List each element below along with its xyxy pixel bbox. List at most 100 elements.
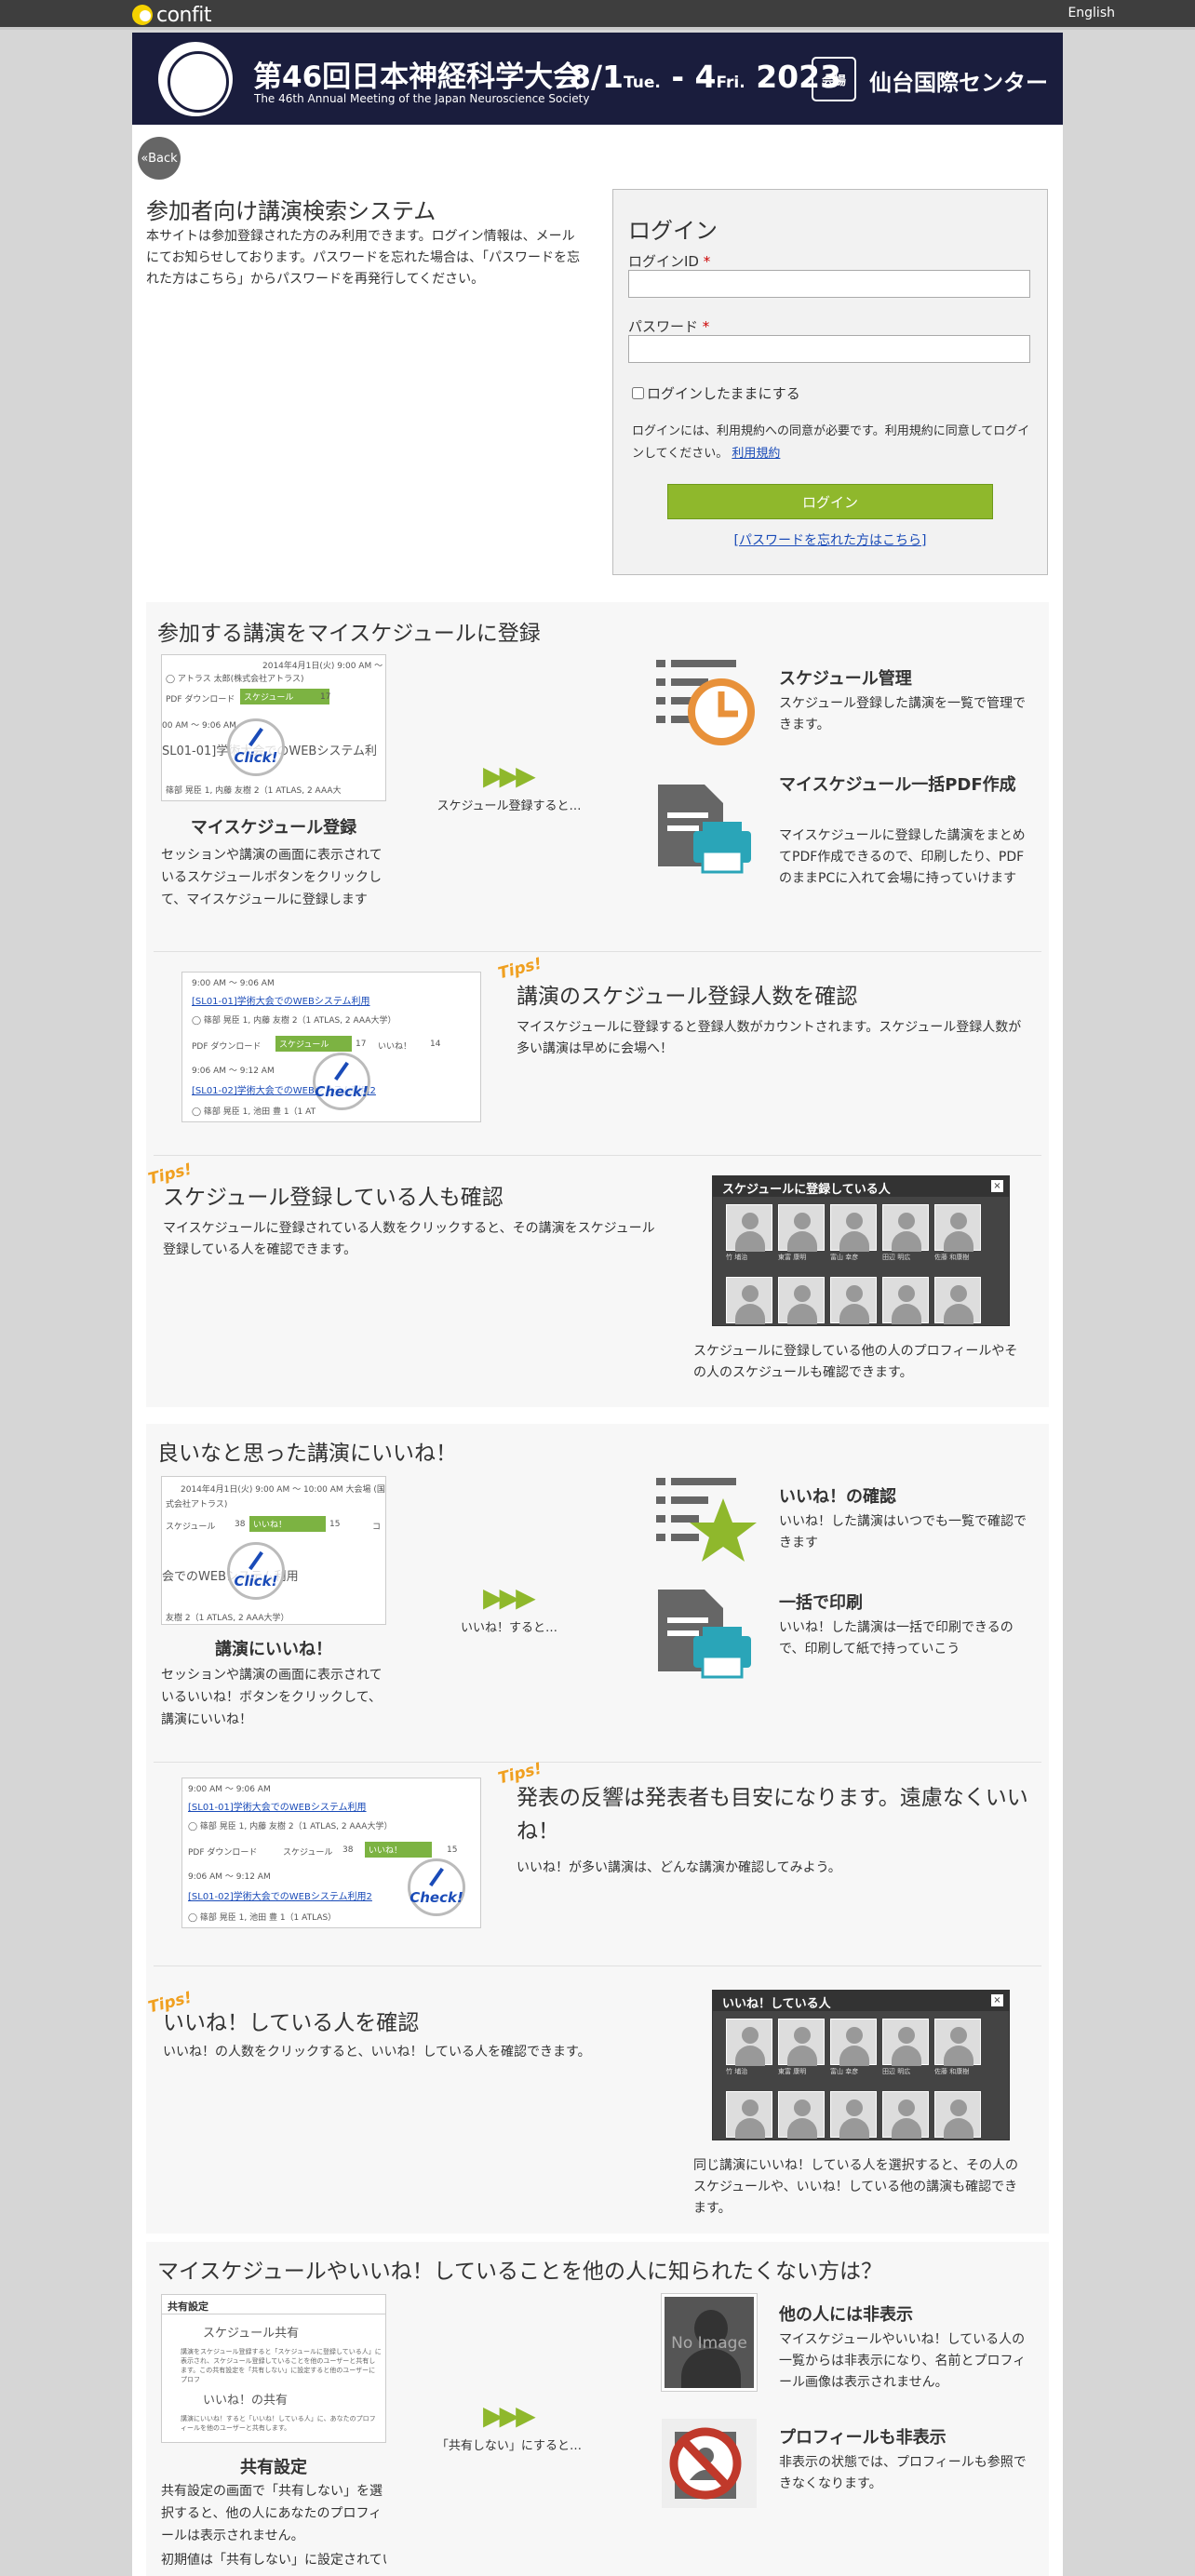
check-indicator: Check! [313,1053,370,1110]
panel-title: いいね！している人 [713,1991,1009,2011]
share-settings-screenshot: 共有設定 スケジュール共有 講演をスケジュール登録すると「スケジュールに登録して… [161,2294,386,2443]
feature-like-check-title: いいね！の確認 [779,1487,896,1507]
like-arrows-icon: ▶▶▶ [483,1582,536,1613]
confit-logo[interactable]: confit [132,2,211,28]
profile-hidden-icon [662,2419,757,2508]
user-avatar[interactable] [778,2019,825,2066]
page-content: 第46回日本神経科学大会 The 46th Annual Meeting of … [132,33,1063,2576]
batch-print-icon [658,1590,751,1679]
user-name: 田辺 明広 [882,2068,911,2075]
user-avatar[interactable] [882,1204,929,1252]
user-avatar[interactable] [726,2019,772,2066]
conference-banner: 第46回日本神経科学大会 The 46th Annual Meeting of … [132,33,1063,125]
schedule-people-caption: スケジュールに登録している他の人のプロフィールやその人のスケジュールも確認できま… [693,1344,1018,1380]
feature-batch-print-title: 一括で印刷 [779,1593,863,1613]
tip-schedule-people-title: スケジュール登録している人も確認 [163,1186,504,1210]
venue-tag: 会場 [812,57,856,101]
privacy-section: マイスケジュールやいいね！していることを他の人に知られたくない方は？ 共有設定 … [146,2242,1049,2576]
user-avatar[interactable] [726,2091,772,2139]
keep-logged-in-label[interactable]: ログインしたままにする [647,383,800,403]
user-avatar[interactable] [934,2019,981,2066]
like-section: 良いなと思った講演にいいね！ 2014年4月1日(火) 9:00 AM ～ 10… [146,1424,1049,2234]
user-avatar[interactable] [778,2091,825,2139]
user-avatar[interactable] [830,2019,877,2066]
venue-name: 仙台国際センター [869,70,1048,96]
user-avatar[interactable] [778,1204,825,1252]
schedule-people-panel: スケジュールに登録している人 × 竹 埔治 東富 康明 富山 幸彦 田辺 明広 … [712,1175,1010,1326]
tip-like-reaction-text: いいね！が多い講演は、どんな講演か確認してみよう。 [517,1860,841,1875]
schedule-list-clock-icon [656,660,755,745]
user-name: 富山 幸彦 [830,1254,859,1261]
user-name: 東富 康明 [778,1254,807,1261]
panel-title: スケジュールに登録している人 [713,1176,1009,1197]
society-seal-logo [158,42,233,116]
like-people-caption: 同じ講演にいいね！している人を選択すると、その人のスケジュールや、いいね！してい… [693,2158,1019,2216]
user-avatar[interactable] [882,2091,929,2139]
feature-hidden-title: 他の人には非表示 [779,2305,913,2325]
feature-pdf-text: マイスケジュールに登録した講演をまとめてPDF作成できるので、印刷したり、PDF… [779,828,1026,886]
tip-like-people-text: いいね！の人数をクリックすると、いいね！している人を確認できます。 [163,2045,591,2059]
conference-dates: 8/1Tue. - 4Fri. 2023 [570,59,842,95]
user-avatar[interactable] [934,1277,981,1324]
login-box: ログイン ログインID * パスワード * ログインしたままにする ログインには… [612,189,1048,575]
conference-subtitle: The 46th Annual Meeting of the Japan Neu… [254,92,590,105]
like-caption: セッションや講演の画面に表示されているいいね！ボタンをクリックして、講演にいいね… [161,1668,383,1727]
like-caption-title: 講演にいいね！ [215,1640,332,1659]
schedule-caption: セッションや講演の画面に表示されているスケジュールボタンをクリックして、マイスケ… [161,848,383,907]
language-link[interactable]: English [1067,6,1115,20]
like-list-star-icon [656,1478,757,1562]
user-avatar[interactable] [778,1277,825,1324]
confit-logo-icon [132,5,153,25]
login-title: ログイン [628,218,718,244]
keep-logged-in-checkbox[interactable] [632,387,644,399]
user-avatar[interactable] [934,2091,981,2139]
click-indicator: Click! [227,1542,285,1600]
like-arrow-caption: いいね！すると… [460,1621,557,1635]
click-indicator: Click! [227,718,285,776]
divider [154,951,1041,952]
schedule-button-screenshot: 2014年4月1日(火) 9:00 AM ～ ◯ アトラス 太郎(株式会社アトラ… [161,654,386,801]
feature-hidden-text: マイスケジュールやいいね！している人の一覧からは非表示になり、名前とプロフィール… [779,2332,1027,2390]
feature-pdf-title: マイスケジュール一括PDF作成 [779,775,1016,795]
forgot-password-link[interactable]: [パスワードを忘れた方はこちら] [613,530,1047,549]
back-button[interactable]: «Back [138,137,181,180]
user-avatar[interactable] [726,1204,772,1252]
pdf-print-icon [658,785,751,874]
intro-text: 本サイトは参加登録された方のみ利用できます。ログイン情報は、メールにてお知らせし… [146,229,581,287]
close-icon[interactable]: × [991,1180,1003,1192]
user-name: 竹 埔治 [726,1254,748,1261]
user-avatar[interactable] [934,1204,981,1252]
close-icon[interactable]: × [991,1994,1003,2006]
login-id-label: ログインID * [628,253,711,270]
login-button[interactable]: ログイン [667,484,993,519]
like-section-heading: 良いなと思った講演にいいね！ [157,1442,457,1466]
like-count-screenshot: 9:00 AM ～ 9:06 AM [SL01-01]学術大会でのWEBシステム… [181,1778,481,1928]
password-label: パスワード * [628,318,710,335]
divider [154,1155,1041,1156]
feature-profile-hidden-text: 非表示の状態では、プロフィールも参照できなくなります。 [779,2455,1027,2491]
terms-link[interactable]: 利用規約 [732,447,780,461]
login-id-input[interactable] [628,270,1030,298]
feature-like-check-text: いいね！した講演はいつでも一覧で確認できます [779,1514,1027,1550]
schedule-caption-title: マイスケジュール登録 [190,818,357,838]
tip-schedule-count-title: 講演のスケジュール登録人数を確認 [517,985,858,1009]
password-input[interactable] [628,335,1030,363]
user-name: 佐藤 和康樹 [934,2068,970,2075]
user-avatar[interactable] [830,1277,877,1324]
user-avatar[interactable] [882,1277,929,1324]
intro-title: 参加者向け講演検索システム [146,198,436,224]
tip-like-reaction-title: 発表の反響は発表者も目安になります。遠慮なくいいね！ [517,1786,1028,1844]
privacy-section-heading: マイスケジュールやいいね！していることを他の人に知られたくない方は？ [157,2260,883,2284]
user-avatar[interactable] [726,1277,772,1324]
schedule-arrows-icon: ▶▶▶ [483,760,536,791]
user-avatar[interactable] [830,1204,877,1252]
tip-schedule-count-text: マイスケジュールに登録すると登録人数がカウントされます。スケジュール登録人数が多… [517,1020,1022,1056]
divider [154,1762,1041,1763]
feature-schedule-management-title: スケジュール管理 [779,669,912,689]
user-avatar[interactable] [882,2019,929,2066]
user-avatar[interactable] [830,2091,877,2139]
feature-profile-hidden-title: プロフィールも非表示 [779,2428,947,2448]
top-bar: confit English [0,0,1195,30]
schedule-section-heading: 参加する講演をマイスケジュールに登録 [157,622,541,646]
tip-like-people-title: いいね！している人を確認 [163,2011,420,2035]
